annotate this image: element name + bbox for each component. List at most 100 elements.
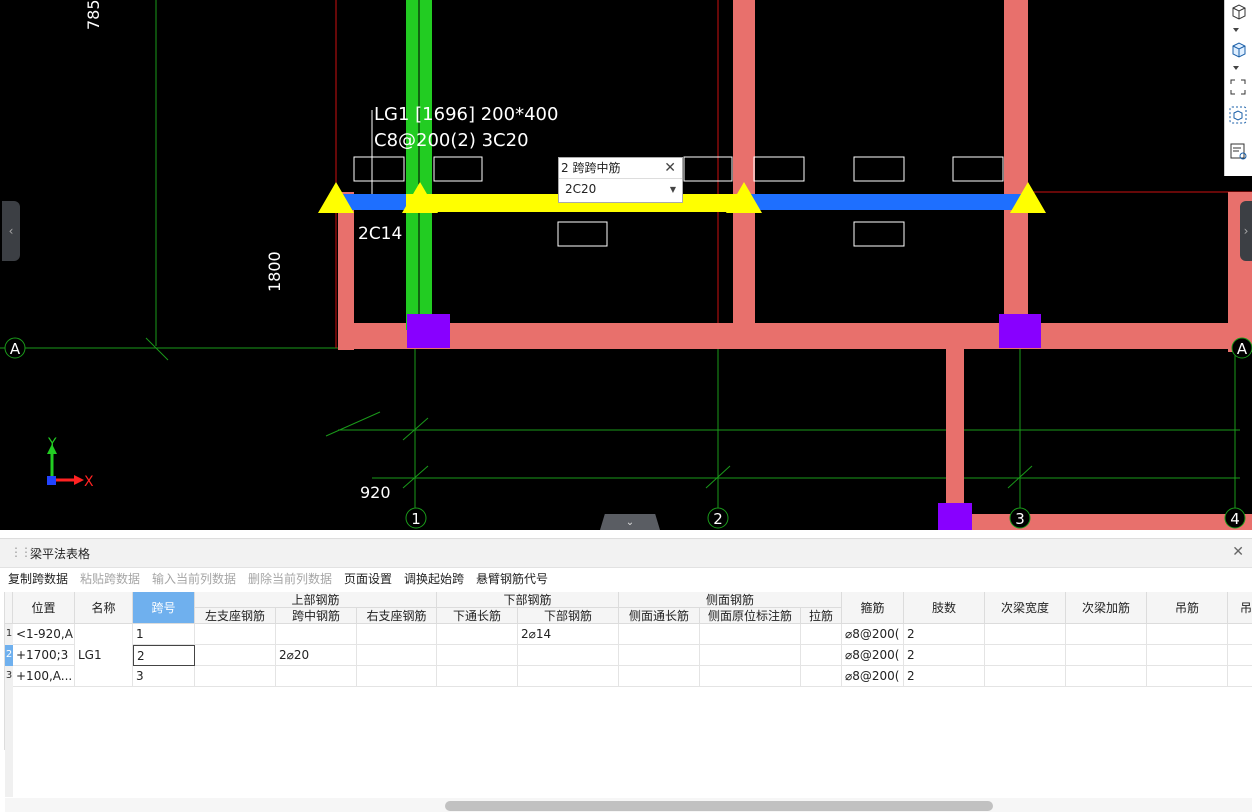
cell-bottom-through[interactable] <box>437 666 518 687</box>
span-rebar-popup[interactable]: 2 跨跨中筋 ✕ 2C20 ▼ <box>558 157 683 203</box>
cell-stirrup[interactable]: ⌀8@200( <box>842 624 904 645</box>
header-more[interactable]: 吊 <box>1228 592 1252 624</box>
paste-span-button[interactable]: 粘贴跨数据 <box>80 570 140 587</box>
cell-stirrup[interactable]: ⌀8@200( <box>842 645 904 666</box>
cell-span[interactable]: 1 <box>133 624 195 645</box>
cell-tie[interactable] <box>801 645 842 666</box>
header-tie[interactable]: 拉筋 <box>801 608 842 624</box>
header-top-mid[interactable]: 跨中钢筋 <box>276 608 357 624</box>
cell-legs[interactable]: 2 <box>904 645 985 666</box>
cell-side-orig[interactable] <box>700 666 801 687</box>
cube-view-icon[interactable] <box>1229 2 1249 22</box>
cell-tie[interactable] <box>801 666 842 687</box>
horizontal-scrollbar[interactable] <box>5 798 1252 812</box>
left-collapse-tab[interactable]: ‹ <box>2 201 20 261</box>
scrollbar-thumb[interactable] <box>445 801 993 811</box>
cell-secondary-width[interactable] <box>985 645 1066 666</box>
cell-side-orig[interactable] <box>700 645 801 666</box>
cell-top-right[interactable] <box>357 624 437 645</box>
cell-hanger[interactable] <box>1147 624 1228 645</box>
header-name[interactable]: 名称 <box>75 592 133 624</box>
beam-label-line2[interactable]: C8@200(2) 3C20 <box>374 130 529 151</box>
header-secondary-add[interactable]: 次梁加筋 <box>1066 592 1147 624</box>
cell-stirrup[interactable]: ⌀8@200( <box>842 666 904 687</box>
cube-solid-icon[interactable] <box>1229 40 1249 60</box>
header-position[interactable]: 位置 <box>13 592 75 624</box>
header-legs[interactable]: 肢数 <box>904 592 985 624</box>
cell-side-through[interactable] <box>619 645 700 666</box>
cell-top-left[interactable] <box>195 666 276 687</box>
cell-span[interactable]: 3 <box>133 666 195 687</box>
caret-down-icon[interactable] <box>1233 28 1239 32</box>
cell-top-right[interactable] <box>357 645 437 666</box>
cell-bottom-rebar[interactable] <box>518 666 619 687</box>
header-top-right[interactable]: 右支座钢筋 <box>357 608 437 624</box>
page-setup-button[interactable]: 页面设置 <box>344 570 392 587</box>
cell-secondary-width[interactable] <box>985 624 1066 645</box>
cell-legs[interactable]: 2 <box>904 666 985 687</box>
input-column-button[interactable]: 输入当前列数据 <box>152 570 236 587</box>
cad-viewport[interactable]: LG1 [1696] 200*400 C8@200(2) 3C20 2C14 7… <box>0 0 1252 530</box>
header-span[interactable]: 跨号 <box>133 592 195 624</box>
header-top-left[interactable]: 左支座钢筋 <box>195 608 276 624</box>
caret-down-icon[interactable] <box>1233 66 1239 70</box>
cell-span-editing[interactable]: 2 <box>133 645 195 666</box>
cell-side-orig[interactable] <box>700 624 801 645</box>
header-side-orig[interactable]: 侧面原位标注筋 <box>700 608 801 624</box>
swap-start-span-button[interactable]: 调换起始跨 <box>404 570 464 587</box>
right-collapse-tab[interactable]: › <box>1240 201 1252 261</box>
close-icon[interactable]: ✕ <box>664 160 676 176</box>
beams[interactable] <box>338 0 1252 530</box>
cell-name[interactable]: LG1 <box>75 624 133 687</box>
cantilever-code-button[interactable]: 悬臂钢筋代号 <box>476 570 548 587</box>
cell-top-right[interactable] <box>357 666 437 687</box>
cell-top-mid[interactable]: 2⌀20 <box>276 645 357 666</box>
cell-hanger[interactable] <box>1147 645 1228 666</box>
cell-bottom-through[interactable] <box>437 624 518 645</box>
panel-header[interactable]: ⋮⋮ 梁平法表格 ✕ <box>0 538 1252 568</box>
cell-bottom-rebar[interactable]: 2⌀14 <box>518 624 619 645</box>
3d-orbit-icon[interactable] <box>1229 106 1249 126</box>
drag-handle-icon[interactable]: ⋮⋮ <box>10 545 32 559</box>
cell-position[interactable]: <1-920,A <box>13 624 75 645</box>
row-number[interactable]: 3 <box>5 666 13 687</box>
cell-position[interactable]: +100,A... <box>13 666 75 687</box>
cell-more[interactable] <box>1228 645 1252 666</box>
popup-value-select[interactable]: 2C20 <box>565 182 596 196</box>
cell-tie[interactable] <box>801 624 842 645</box>
cell-secondary-add[interactable] <box>1066 645 1147 666</box>
header-bottom-rebar[interactable]: 下部钢筋 <box>518 608 619 624</box>
cell-top-mid[interactable] <box>276 624 357 645</box>
cell-top-left[interactable] <box>195 645 276 666</box>
cell-secondary-add[interactable] <box>1066 624 1147 645</box>
delete-column-button[interactable]: 删除当前列数据 <box>248 570 332 587</box>
bottom-rebar-label[interactable]: 2C14 <box>358 224 402 244</box>
fit-view-icon[interactable] <box>1229 78 1249 98</box>
copy-span-button[interactable]: 复制跨数据 <box>8 570 68 587</box>
cad-drawing[interactable]: LG1 [1696] 200*400 C8@200(2) 3C20 2C14 7… <box>0 0 1252 530</box>
row-number[interactable]: 1 <box>5 624 13 645</box>
header-side-through[interactable]: 侧面通长筋 <box>619 608 700 624</box>
view-settings-icon[interactable] <box>1229 142 1249 162</box>
header-secondary-width[interactable]: 次梁宽度 <box>985 592 1066 624</box>
cell-top-left[interactable] <box>195 624 276 645</box>
cell-secondary-width[interactable] <box>985 666 1066 687</box>
cell-more[interactable] <box>1228 624 1252 645</box>
cell-bottom-through[interactable] <box>437 645 518 666</box>
cell-side-through[interactable] <box>619 666 700 687</box>
cell-top-mid[interactable] <box>276 666 357 687</box>
header-hanger[interactable]: 吊筋 <box>1147 592 1228 624</box>
cell-side-through[interactable] <box>619 624 700 645</box>
close-icon[interactable]: ✕ <box>1232 544 1244 560</box>
header-stirrup[interactable]: 箍筋 <box>842 592 904 624</box>
cell-position[interactable]: +1700;3 <box>13 645 75 666</box>
cell-more[interactable] <box>1228 666 1252 687</box>
row-number[interactable]: 2 <box>5 645 13 666</box>
cell-legs[interactable]: 2 <box>904 624 985 645</box>
beam-label-line1[interactable]: LG1 [1696] 200*400 <box>374 104 558 125</box>
cell-bottom-rebar[interactable] <box>518 645 619 666</box>
cell-secondary-add[interactable] <box>1066 666 1147 687</box>
header-bottom-through[interactable]: 下通长筋 <box>437 608 518 624</box>
cell-hanger[interactable] <box>1147 666 1228 687</box>
bottom-collapse-tab[interactable]: ⌄ <box>600 514 660 530</box>
